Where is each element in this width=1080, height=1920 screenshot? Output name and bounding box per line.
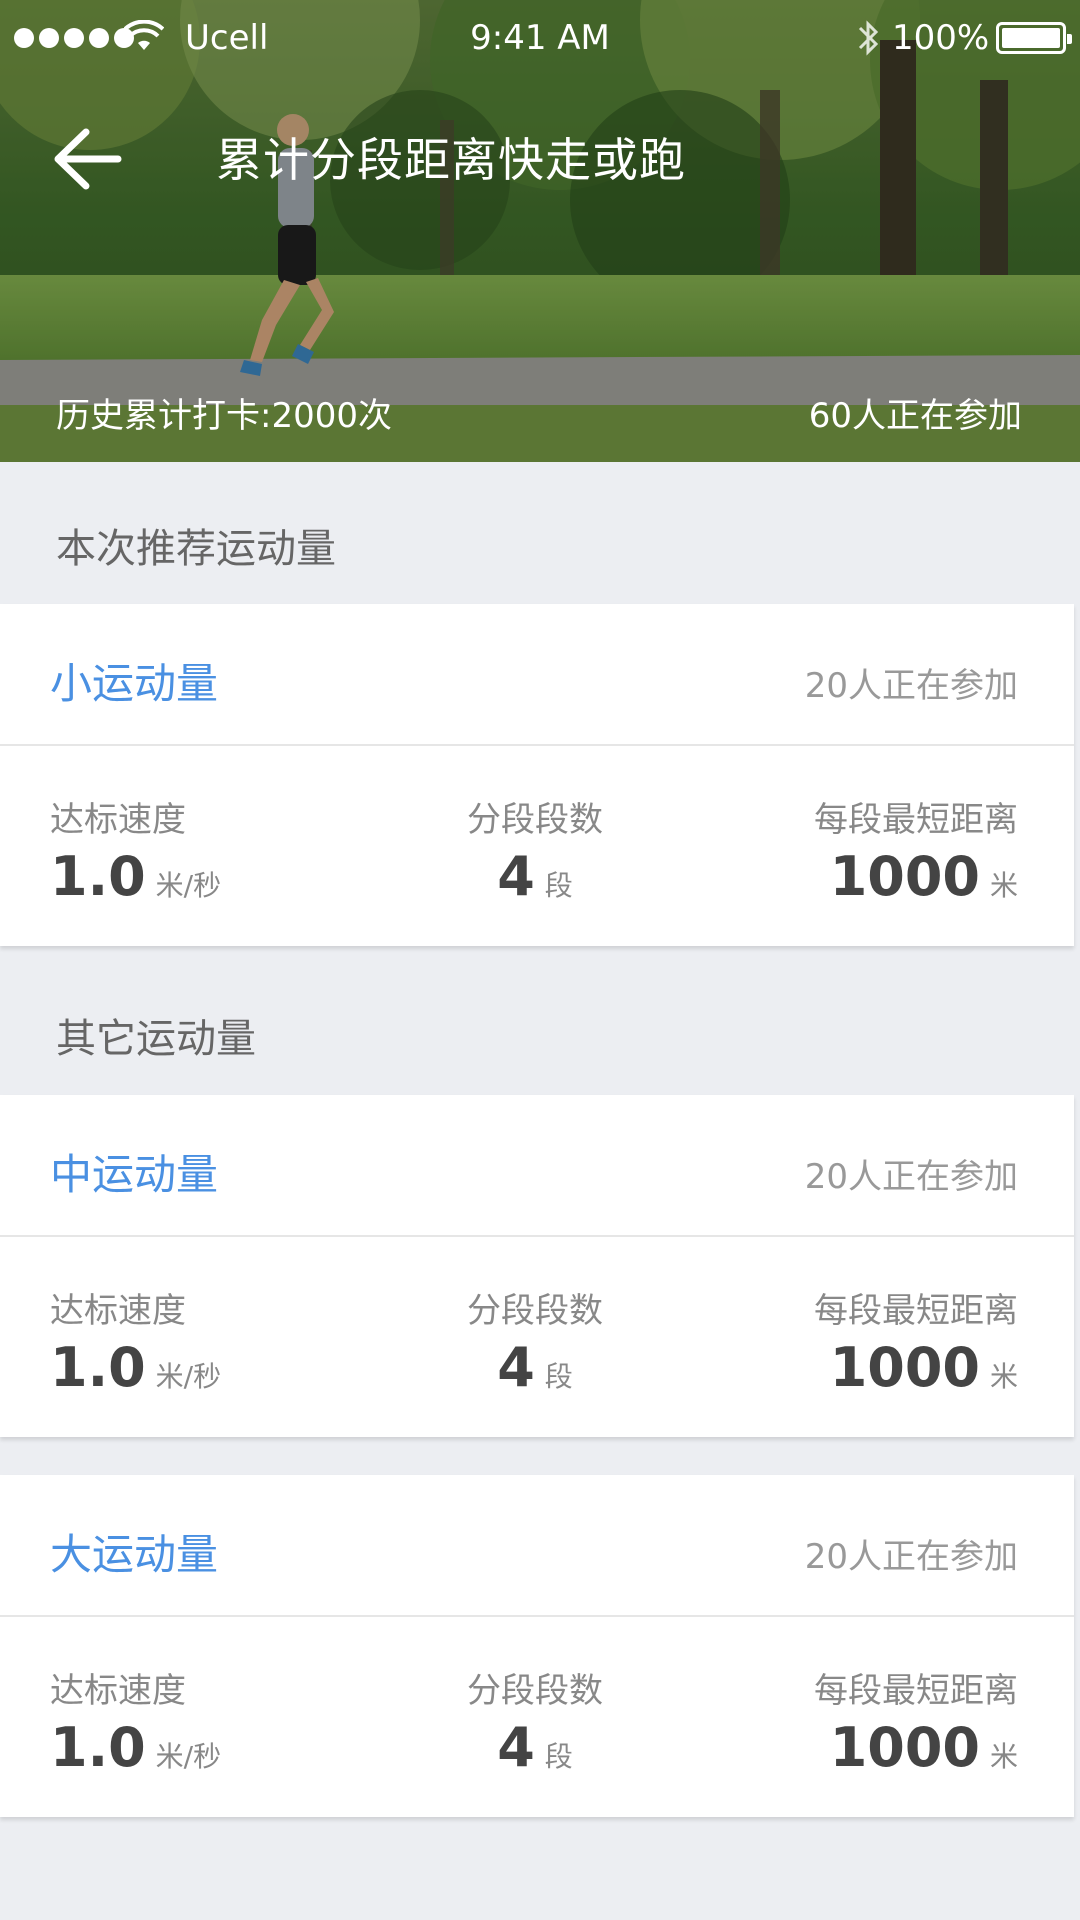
- stat-label: 分段段数: [467, 1671, 603, 1711]
- stat-value: 1.0: [50, 845, 146, 908]
- stat-value: 4: [497, 1716, 535, 1779]
- battery-icon: [996, 22, 1072, 54]
- exercise-card-small[interactable]: 小运动量 20人正在参加 达标速度 1.0 米/秒 分段段数 4段 每段最短距离 …: [0, 604, 1074, 946]
- stat-value: 1000: [829, 1336, 980, 1399]
- stat-value: 1.0: [50, 1336, 146, 1399]
- status-bar: Ucell 9:41 AM 100%: [0, 0, 1080, 76]
- stat-value: 1000: [829, 845, 980, 908]
- history-checkins: 历史累计打卡:2000次: [56, 396, 392, 436]
- stat-speed: 达标速度 1.0 米/秒: [50, 792, 221, 908]
- page-title: 累计分段距离快走或跑: [216, 133, 686, 187]
- stat-segments: 分段段数 4段: [465, 1283, 605, 1399]
- stat-speed: 达标速度 1.0 米/秒: [50, 1283, 221, 1399]
- stat-value: 4: [497, 1336, 535, 1399]
- stat-label: 每段最短距离: [814, 1671, 1018, 1711]
- card-header: 中运动量 20人正在参加: [0, 1095, 1074, 1237]
- stat-label: 每段最短距离: [814, 800, 1018, 840]
- exercise-card-large[interactable]: 大运动量 20人正在参加 达标速度 1.0 米/秒 分段段数 4段 每段最短距离 …: [0, 1475, 1074, 1817]
- recommended-section-label: 本次推荐运动量: [56, 526, 336, 572]
- stat-unit: 米/秒: [155, 1740, 222, 1773]
- others-section-label: 其它运动量: [56, 1016, 256, 1062]
- card-header: 大运动量 20人正在参加: [0, 1475, 1074, 1617]
- stat-label: 达标速度: [50, 1671, 186, 1711]
- stat-label: 分段段数: [467, 1291, 603, 1331]
- stat-speed: 达标速度 1.0 米/秒: [50, 1663, 221, 1779]
- card-participants: 20人正在参加: [804, 1157, 1018, 1197]
- stat-unit: 段: [544, 869, 573, 902]
- stat-unit: 段: [544, 1740, 573, 1773]
- stat-value: 1.0: [50, 1716, 146, 1779]
- stat-unit: 米/秒: [155, 1360, 222, 1393]
- hero-banner: Ucell 9:41 AM 100% 累计分段距离快走或跑 历史累计打卡:200…: [0, 0, 1080, 462]
- stat-min-distance: 每段最短距离 1000 米: [814, 792, 1018, 908]
- stat-min-distance: 每段最短距离 1000 米: [814, 1663, 1018, 1779]
- stat-unit: 米: [989, 869, 1018, 902]
- stat-unit: 米: [989, 1360, 1018, 1393]
- stat-segments: 分段段数 4段: [465, 792, 605, 908]
- stat-label: 达标速度: [50, 1291, 186, 1331]
- back-arrow-icon[interactable]: [52, 126, 122, 192]
- card-stats: 达标速度 1.0 米/秒 分段段数 4段 每段最短距离 1000 米: [0, 1237, 1074, 1437]
- card-title: 小运动量: [50, 659, 219, 708]
- stat-value: 1000: [829, 1716, 980, 1779]
- stat-label: 达标速度: [50, 800, 186, 840]
- card-participants: 20人正在参加: [804, 666, 1018, 706]
- card-stats: 达标速度 1.0 米/秒 分段段数 4段 每段最短距离 1000 米: [0, 746, 1074, 946]
- stat-segments: 分段段数 4段: [465, 1663, 605, 1779]
- total-participants: 60人正在参加: [808, 396, 1022, 436]
- stat-unit: 段: [544, 1360, 573, 1393]
- battery-percent: 100%: [892, 18, 990, 58]
- exercise-card-medium[interactable]: 中运动量 20人正在参加 达标速度 1.0 米/秒 分段段数 4段 每段最短距离 …: [0, 1095, 1074, 1437]
- card-header: 小运动量 20人正在参加: [0, 604, 1074, 746]
- stat-min-distance: 每段最短距离 1000 米: [814, 1283, 1018, 1399]
- stat-unit: 米/秒: [155, 869, 222, 902]
- stat-unit: 米: [989, 1740, 1018, 1773]
- stat-label: 每段最短距离: [814, 1291, 1018, 1331]
- card-title: 大运动量: [50, 1530, 219, 1579]
- card-participants: 20人正在参加: [804, 1537, 1018, 1577]
- bluetooth-icon: [858, 20, 879, 56]
- card-title: 中运动量: [50, 1150, 219, 1199]
- stat-value: 4: [497, 845, 535, 908]
- card-stats: 达标速度 1.0 米/秒 分段段数 4段 每段最短距离 1000 米: [0, 1617, 1074, 1817]
- stat-label: 分段段数: [467, 800, 603, 840]
